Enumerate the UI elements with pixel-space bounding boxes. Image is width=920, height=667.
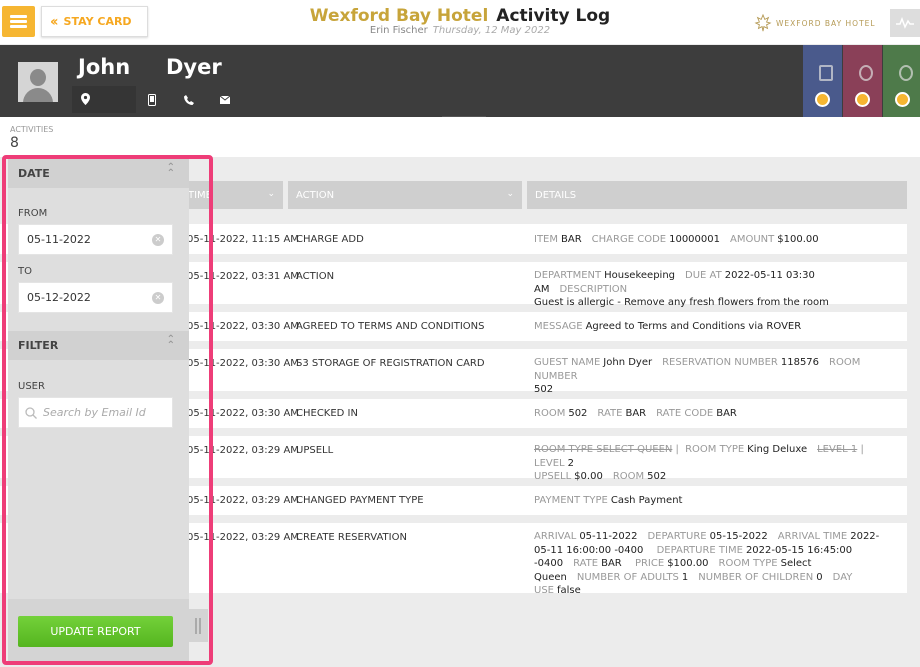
row-action: CHECKED IN bbox=[296, 408, 358, 419]
filter-sidebar: DATE ⌃ ⌃ FROM 05-11-2022 ✕ TO 05-12-2022 … bbox=[8, 159, 189, 664]
update-report-button[interactable]: UPDATE REPORT bbox=[18, 616, 173, 647]
room-card-tile[interactable] bbox=[803, 45, 842, 117]
hotel-name: Wexford Bay Hotel bbox=[309, 6, 489, 26]
double-chevron-up-icon[interactable]: ⌃ ⌃ bbox=[167, 335, 175, 351]
to-label: TO bbox=[18, 266, 32, 277]
guest-header: John Dyer bbox=[0, 45, 920, 117]
resize-grip[interactable] bbox=[189, 609, 208, 642]
row-details: ROOM 502 RATE BAR RATE CODE BAR bbox=[534, 408, 737, 419]
chevron-down-icon: ⌄ bbox=[506, 189, 514, 199]
row-time: 05-11-2022, 11:15 AM bbox=[187, 234, 299, 245]
column-header-time[interactable]: TIME ⌄ bbox=[183, 181, 283, 209]
user-name: Erin Fischer bbox=[369, 25, 428, 36]
row-action: AGREED TO TERMS AND CONDITIONS bbox=[296, 321, 485, 332]
activities-label: ACTIVITIES bbox=[10, 125, 54, 134]
top-bar: ‹‹ STAY CARD Wexford Bay Hotel Activity L… bbox=[0, 0, 920, 44]
search-email-input[interactable]: Search by Email Id bbox=[18, 397, 173, 428]
loyalty-tile[interactable] bbox=[883, 45, 920, 117]
magnify-icon bbox=[895, 92, 910, 107]
row-details: PAYMENT TYPE Cash Payment bbox=[534, 495, 683, 506]
current-date: Thursday, 12 May 2022 bbox=[432, 25, 551, 36]
mobile-phone-icon[interactable] bbox=[148, 94, 156, 106]
row-details: ROOM TYPE SELECT QUEEN | ROOM TYPE King D… bbox=[534, 444, 864, 482]
row-details: ITEM BAR CHARGE CODE 10000001 AMOUNT $100.00 bbox=[534, 234, 819, 245]
date-section-header[interactable]: DATE ⌃ ⌃ bbox=[8, 159, 189, 188]
row-action: UPSELL bbox=[296, 445, 334, 456]
activities-summary: ACTIVITIES 8 bbox=[0, 117, 920, 157]
guest-first-name: John bbox=[78, 55, 131, 79]
search-icon bbox=[25, 406, 37, 419]
to-date-field[interactable]: 05-12-2022 ✕ bbox=[18, 282, 173, 313]
double-chevron-up-icon[interactable]: ⌃ ⌃ bbox=[167, 163, 175, 179]
email-icon[interactable] bbox=[220, 96, 230, 104]
web-tile[interactable] bbox=[843, 45, 882, 117]
location-pin-icon[interactable] bbox=[81, 93, 90, 105]
activity-log-title: Activity Log bbox=[496, 6, 611, 26]
row-time: 05-11-2022, 03:30 AM bbox=[187, 408, 299, 419]
row-time: 05-11-2022, 03:29 AM bbox=[187, 532, 299, 543]
phone-icon[interactable] bbox=[184, 95, 194, 105]
globe-icon bbox=[859, 65, 873, 81]
row-details: DEPARTMENT Housekeeping DUE AT 2022-05-11 0… bbox=[534, 270, 829, 308]
chevron-down-icon: ⌄ bbox=[267, 189, 275, 199]
row-action: S3 STORAGE OF REGISTRATION CARD bbox=[296, 358, 485, 369]
row-time: 05-11-2022, 03:29 AM bbox=[187, 495, 299, 506]
activity-graph-icon bbox=[896, 17, 914, 29]
activities-count: 8 bbox=[10, 135, 19, 151]
row-time: 05-11-2022, 03:30 AM bbox=[187, 321, 299, 332]
user-label: USER bbox=[18, 381, 45, 392]
row-action: ACTION bbox=[296, 271, 335, 282]
guest-avatar bbox=[18, 62, 58, 102]
row-time: 05-11-2022, 03:31 AM bbox=[187, 271, 299, 282]
magnify-icon bbox=[855, 92, 870, 107]
from-date-field[interactable]: 05-11-2022 ✕ bbox=[18, 224, 173, 255]
clear-icon[interactable]: ✕ bbox=[152, 234, 164, 246]
row-details: GUEST NAME John Dyer RESERVATION NUMBER 118… bbox=[534, 357, 861, 395]
filter-section-header[interactable]: FILTER ⌃ ⌃ bbox=[8, 331, 189, 360]
hotel-brand-logo: WEXFORD BAY HOTEL bbox=[754, 14, 876, 32]
row-time: 05-11-2022, 03:29 AM bbox=[187, 445, 299, 456]
row-details: ARRIVAL 05-11-2022 DEPARTURE 05-15-2022 ARRI… bbox=[534, 531, 880, 596]
row-details: MESSAGE Agreed to Terms and Conditions vi… bbox=[534, 321, 802, 332]
from-label: FROM bbox=[18, 208, 48, 219]
magnify-icon bbox=[815, 92, 830, 107]
guest-last-name: Dyer bbox=[166, 55, 222, 79]
clear-icon[interactable]: ✕ bbox=[152, 292, 164, 304]
analytics-button[interactable] bbox=[890, 9, 920, 37]
maple-leaf-icon bbox=[754, 14, 772, 32]
row-action: CREATE RESERVATION bbox=[296, 532, 407, 543]
row-time: 05-11-2022, 03:30 AM bbox=[187, 358, 299, 369]
row-action: CHARGE ADD bbox=[296, 234, 364, 245]
row-action: CHANGED PAYMENT TYPE bbox=[296, 495, 424, 506]
circles-icon bbox=[899, 65, 913, 81]
column-header-action[interactable]: ACTION ⌄ bbox=[288, 181, 522, 209]
column-header-details: DETAILS bbox=[527, 181, 907, 209]
card-icon bbox=[819, 65, 833, 81]
